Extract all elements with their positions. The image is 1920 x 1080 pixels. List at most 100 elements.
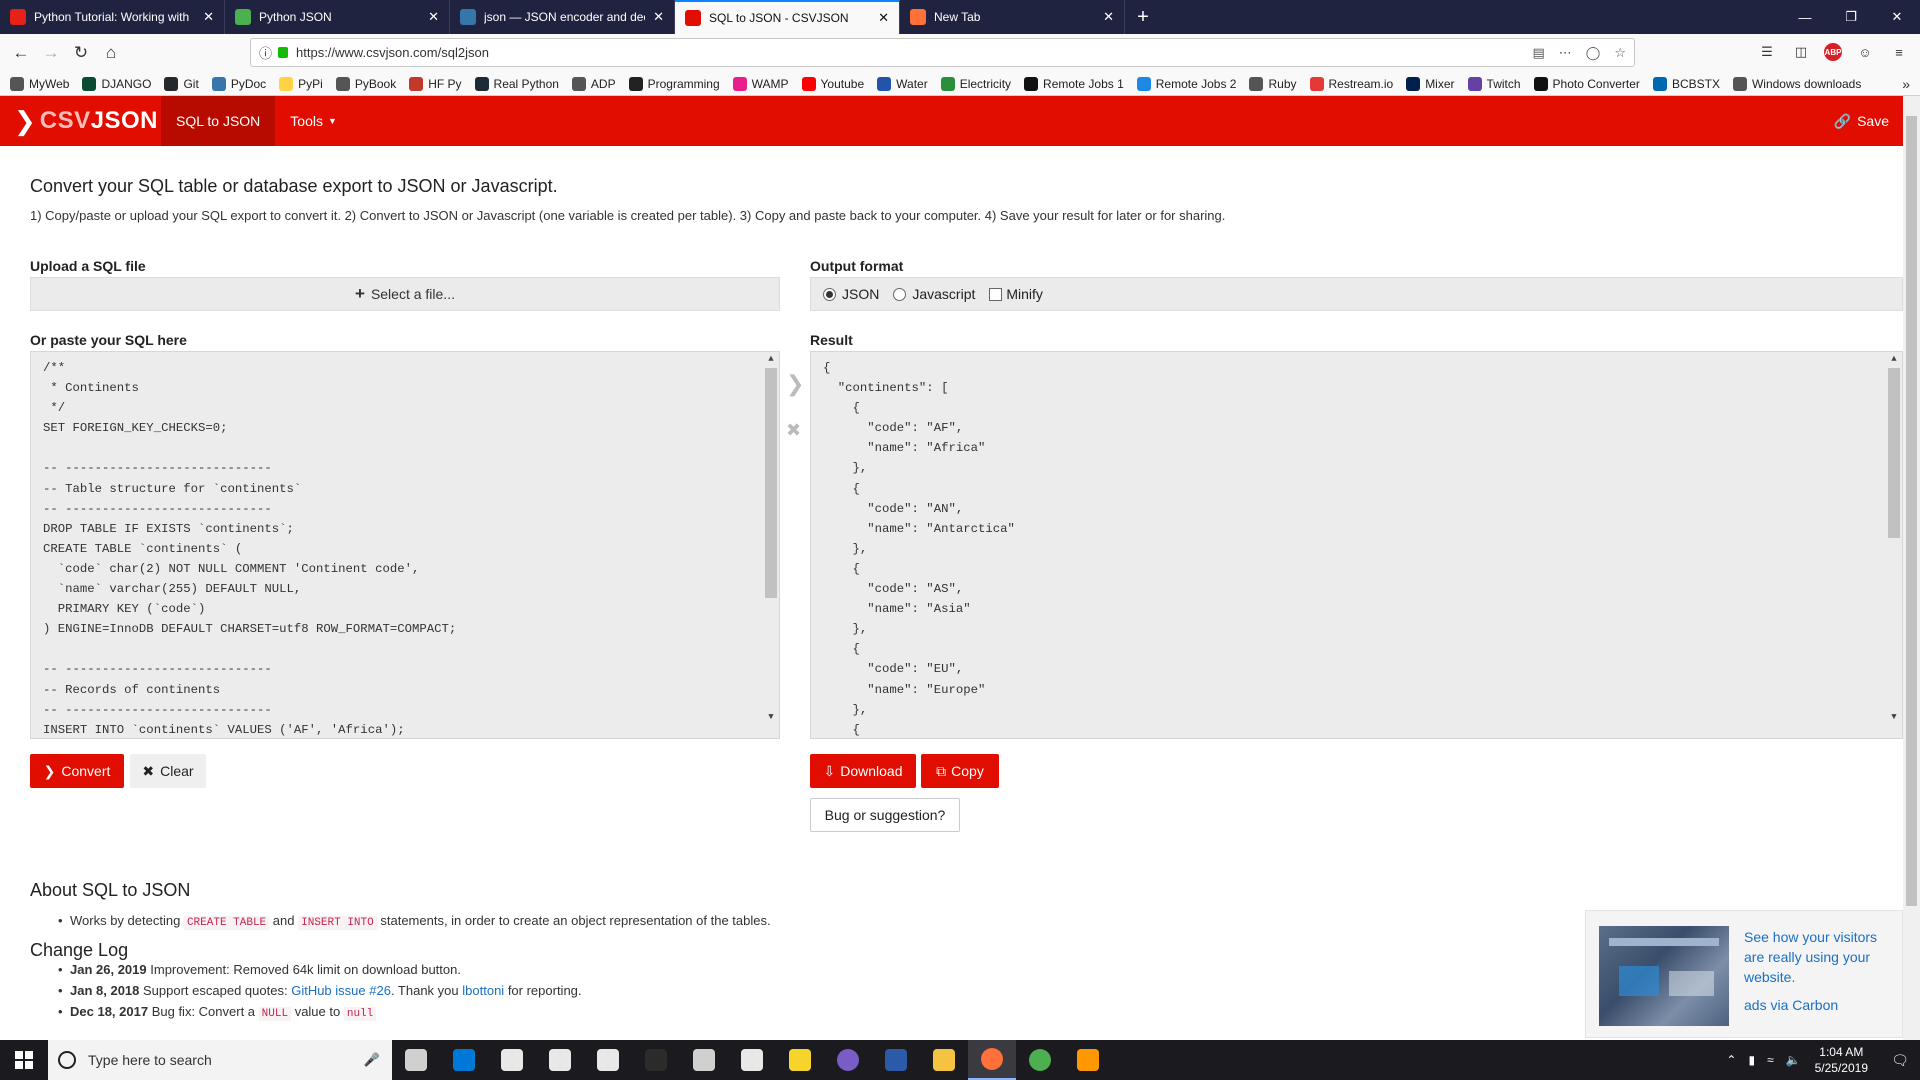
reload-button[interactable]: ↻ [66,38,96,68]
taskbar-app[interactable] [440,1040,488,1080]
taskbar-app[interactable] [968,1040,1016,1080]
sql-scrollbar[interactable]: ▲ ▼ [763,352,779,738]
bookmarks-overflow-icon[interactable]: » [1902,76,1910,92]
taskbar-search[interactable]: Type here to search 🎤 [48,1040,392,1080]
bookmark-item[interactable]: ADP [571,76,616,91]
nav-tools-dropdown[interactable]: Tools ▼ [275,96,352,146]
clear-button[interactable]: ✖ Clear [130,754,206,788]
address-bar[interactable]: ⓘ https://www.csvjson.com/sql2json ▤ ⋯ ◯… [250,38,1635,67]
forward-button[interactable]: → [36,38,66,68]
bookmark-star-icon[interactable]: ☆ [1614,45,1626,61]
bookmark-item[interactable]: HF Py [409,76,462,91]
tab-close-icon[interactable]: ✕ [1103,9,1114,25]
taskbar-app[interactable] [536,1040,584,1080]
notification-icon[interactable]: 🗨 [1880,1052,1920,1069]
user-link[interactable]: lbottoni [462,983,504,998]
page-actions-icon[interactable]: ⋯ [1559,45,1572,61]
bookmark-item[interactable]: Twitch [1467,76,1521,91]
volume-icon[interactable]: 🔈 [1786,1053,1801,1067]
battery-icon[interactable]: ▮ [1748,1053,1755,1067]
clear-x-icon[interactable]: ✖ [786,420,801,441]
browser-tab[interactable]: json — JSON encoder and dec ✕ [450,0,675,34]
browser-tab[interactable]: New Tab ✕ [900,0,1125,34]
scroll-down-icon[interactable]: ▼ [763,710,779,724]
bookmark-item[interactable]: Programming [628,76,720,91]
tab-close-icon[interactable]: ✕ [428,9,439,25]
adblock-icon[interactable]: ABP [1824,43,1842,61]
bookmark-item[interactable]: Remote Jobs 2 [1136,76,1236,91]
taskbar-app[interactable] [632,1040,680,1080]
bookmark-item[interactable]: PyPi [279,76,323,91]
download-button[interactable]: ⇩ Download [810,754,916,788]
close-window-button[interactable]: ✕ [1874,0,1920,34]
info-icon[interactable]: ⓘ [259,43,272,62]
account-icon[interactable]: ☺ [1854,40,1876,64]
clock[interactable]: 1:04 AM 5/25/2019 [1815,1044,1868,1076]
taskbar-app[interactable] [728,1040,776,1080]
bookmark-item[interactable]: Photo Converter [1533,76,1640,91]
tab-close-icon[interactable]: ✕ [878,10,889,26]
sql-input-textarea[interactable]: /** * Continents */ SET FOREIGN_KEY_CHEC… [30,351,780,739]
bookmark-item[interactable]: Mixer [1406,76,1455,91]
taskbar-app[interactable] [488,1040,536,1080]
taskbar-app[interactable] [680,1040,728,1080]
save-link[interactable]: 🔗 Save [1834,96,1903,146]
bookmark-item[interactable]: BCBSTX [1652,76,1720,91]
bookmark-item[interactable]: DJANGO [82,76,151,91]
browser-tab[interactable]: Python JSON ✕ [225,0,450,34]
nav-sql-to-json[interactable]: SQL to JSON [161,96,276,146]
bookmark-item[interactable]: WAMP [732,76,789,91]
carbon-ad[interactable]: See how your visitors are really using y… [1585,910,1903,1038]
format-javascript-radio[interactable]: Javascript [893,286,975,302]
taskbar-app[interactable] [920,1040,968,1080]
scroll-thumb[interactable] [1888,368,1900,538]
bookmark-item[interactable]: Youtube [801,76,864,91]
taskbar-app[interactable] [1016,1040,1064,1080]
select-file-button[interactable]: + Select a file... [30,277,780,311]
menu-icon[interactable]: ≡ [1888,40,1910,64]
github-issue-link[interactable]: GitHub issue #26 [291,983,391,998]
json-result-textarea[interactable]: { "continents": [ { "code": "AF", "name"… [810,351,1903,739]
page-scrollbar[interactable] [1903,96,1920,1040]
url-text[interactable]: https://www.csvjson.com/sql2json [296,45,1518,60]
bookmark-item[interactable]: Git [164,76,199,91]
new-tab-button[interactable]: + [1125,0,1161,34]
chevron-up-icon[interactable]: ⌃ [1726,1053,1736,1067]
sidebar-icon[interactable]: ◫ [1790,40,1812,64]
copy-button[interactable]: ⧉ Copy [921,754,999,788]
taskbar-app[interactable] [584,1040,632,1080]
tab-close-icon[interactable]: ✕ [203,9,214,25]
scroll-thumb[interactable] [765,368,777,598]
taskbar-app[interactable] [824,1040,872,1080]
convert-button[interactable]: ❯ Convert [30,754,124,788]
scroll-down-icon[interactable]: ▼ [1886,710,1902,724]
taskbar-app[interactable] [776,1040,824,1080]
format-json-radio[interactable]: JSON [823,286,879,302]
taskbar-app[interactable] [1064,1040,1112,1080]
restore-button[interactable]: ❐ [1828,0,1874,34]
reader-view-icon[interactable]: ▤ [1532,45,1544,61]
site-logo[interactable]: ❯ CSV JSON [0,96,161,146]
bookmark-item[interactable]: MyWeb [10,76,69,91]
taskbar-app[interactable] [392,1040,440,1080]
browser-tab[interactable]: Python Tutorial: Working with ✕ [0,0,225,34]
taskbar-app[interactable] [872,1040,920,1080]
scroll-up-icon[interactable]: ▲ [763,352,779,366]
minimize-button[interactable]: — [1782,0,1828,34]
bookmark-item[interactable]: Water [877,76,928,91]
library-icon[interactable]: ☰ [1756,40,1778,64]
page-scroll-thumb[interactable] [1906,116,1917,906]
pocket-icon[interactable]: ◯ [1586,45,1601,61]
bookmark-item[interactable]: Windows downloads [1732,76,1861,91]
bookmark-item[interactable]: PyBook [335,76,396,91]
browser-tab[interactable]: SQL to JSON - CSVJSON ✕ [675,0,900,34]
json-scrollbar[interactable]: ▲ ▼ [1886,352,1902,738]
tab-close-icon[interactable]: ✕ [653,9,664,25]
bookmark-item[interactable]: Real Python [474,76,559,91]
bookmark-item[interactable]: Ruby [1249,76,1297,91]
bookmark-item[interactable]: Electricity [940,76,1011,91]
ad-image[interactable] [1599,926,1729,1026]
microphone-icon[interactable]: 🎤 [364,1052,380,1068]
scroll-up-icon[interactable]: ▲ [1886,352,1902,366]
bookmark-item[interactable]: PyDoc [211,76,266,91]
